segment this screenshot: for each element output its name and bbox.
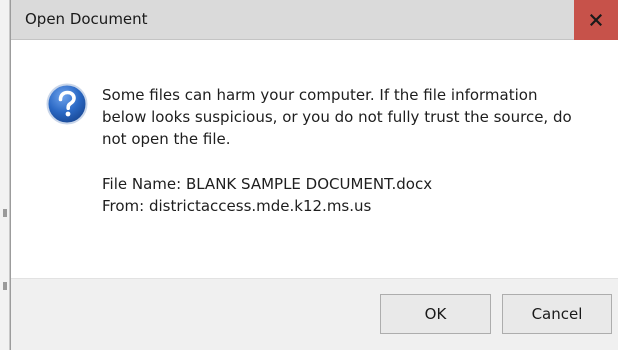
- file-info: File Name: BLANK SAMPLE DOCUMENT.docx Fr…: [102, 173, 432, 217]
- question-icon: [46, 83, 88, 125]
- open-document-dialog: Open Document Some files can harm your c…: [10, 0, 618, 350]
- ok-button[interactable]: OK: [380, 294, 491, 334]
- file-name-line: File Name: BLANK SAMPLE DOCUMENT.docx: [102, 175, 433, 193]
- background-window-mark: [3, 209, 7, 217]
- dialog-title: Open Document: [25, 10, 148, 28]
- close-button[interactable]: [574, 0, 618, 40]
- dialog-footer: OK Cancel: [11, 278, 618, 350]
- background-window-mark: [3, 282, 7, 290]
- dialog-titlebar[interactable]: Open Document: [11, 0, 618, 40]
- close-icon: [590, 14, 602, 26]
- cancel-button[interactable]: Cancel: [502, 294, 612, 334]
- screen: Open Document Some files can harm your c…: [0, 0, 618, 350]
- file-source-line: From: districtaccess.mde.k12.ms.us: [102, 197, 372, 215]
- background-window-edge: [0, 0, 10, 350]
- warning-message: Some files can harm your computer. If th…: [102, 86, 572, 148]
- dialog-content: Some files can harm your computer. If th…: [11, 40, 618, 278]
